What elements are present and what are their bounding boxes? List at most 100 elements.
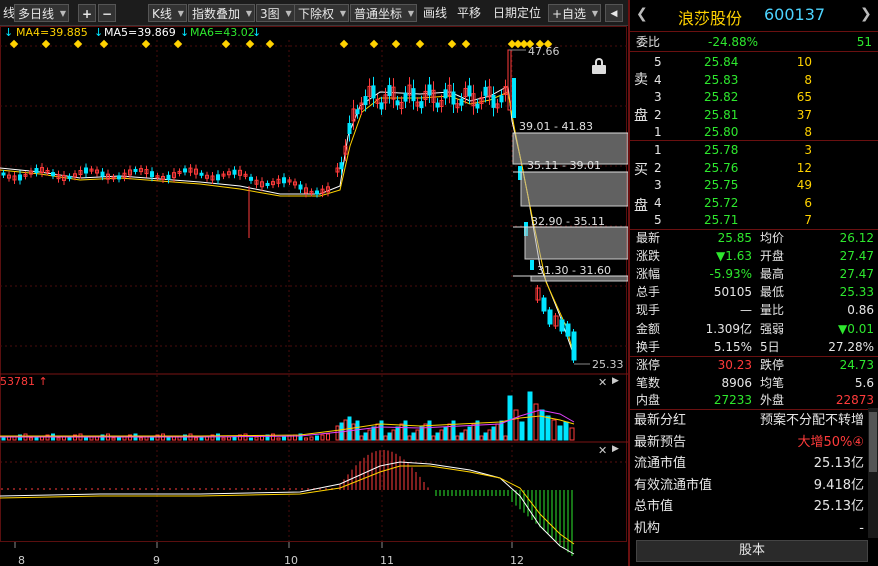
volume-panel-close-icon[interactable]: ✕: [598, 376, 607, 389]
stat-row: 涨停 30.23 跌停 24.73: [630, 356, 878, 374]
level-volume: 49: [796, 178, 812, 192]
macd-panel-menu-icon[interactable]: ▶: [612, 444, 619, 454]
volume-bar: [29, 437, 33, 441]
level-volume: 37: [796, 107, 812, 122]
stat-value: 22873: [835, 393, 874, 408]
next-stock-icon[interactable]: ❯: [860, 6, 872, 22]
low-price-label: 25.33: [592, 358, 624, 371]
buy-level-row[interactable]: 1 25.78 3: [630, 141, 878, 159]
prev-stock-icon[interactable]: ❮: [636, 6, 648, 22]
date-locate-button[interactable]: 日期定位: [490, 4, 544, 22]
volume-bar: [483, 432, 488, 441]
candle-body: [232, 169, 237, 175]
stat-label: 现手: [636, 303, 661, 318]
level-volume: 65: [796, 90, 812, 104]
volume-legend: 53781 ↑: [0, 375, 48, 389]
stat-value: 25.33: [839, 285, 874, 300]
volume-bar: [459, 432, 464, 441]
lock-icon[interactable]: [592, 58, 606, 74]
volume-bar: [315, 435, 319, 441]
weibi-label: 委比: [636, 35, 661, 49]
info-scrollbar[interactable]: [868, 408, 878, 538]
event-marker-icon: [461, 39, 471, 49]
volume-bar: [276, 437, 281, 441]
buy-level-row[interactable]: 5 25.71 7: [630, 211, 878, 229]
candle-body: [435, 102, 440, 108]
info-label: 总市值: [634, 499, 674, 514]
stat-value: 27.28%: [828, 339, 874, 354]
level-price: 25.80: [704, 125, 739, 139]
volume-bar: [495, 423, 500, 441]
zoom-in-button[interactable]: +: [78, 4, 96, 22]
info-row: 最新预告 大增50%④: [630, 432, 878, 453]
stat-label: 最新: [636, 231, 661, 245]
candle-body: [512, 78, 516, 118]
sell-level-row[interactable]: 4 25.83 8: [630, 71, 878, 89]
buy-level-row[interactable]: 3 25.75 49: [630, 176, 878, 194]
zoom-out-button[interactable]: −: [98, 4, 116, 22]
candle-body: [379, 102, 384, 110]
volume-bar: [403, 420, 408, 441]
buy-level-row[interactable]: 2 25.76 12: [630, 159, 878, 177]
volume-bar: [371, 426, 376, 441]
draw-line-button[interactable]: 画线: [420, 4, 450, 22]
sell-level-row[interactable]: 1 25.80 8: [630, 123, 878, 141]
volume-panel-menu-icon[interactable]: ▶: [612, 376, 619, 386]
stat-value: 5.15%: [713, 339, 752, 354]
add-watchlist-dropdown[interactable]: +自选: [548, 4, 602, 23]
x-tick: 10: [284, 554, 298, 566]
kline-chart[interactable]: ↓ MA4=39.885 ↓ MA5=39.869 ↓ MA6=43.02 ↓ …: [0, 26, 628, 566]
gap-zone: [520, 171, 628, 207]
ma6-value: MA6=43.02: [190, 26, 255, 39]
volume-bar: [391, 429, 396, 441]
level-number: 4: [654, 195, 662, 210]
volume-bar: [539, 409, 545, 441]
candle-body: [451, 91, 456, 105]
event-marker-icon: [221, 39, 231, 49]
event-marker-icon: [265, 39, 275, 49]
level-number: 2: [654, 160, 662, 175]
macd-panel-close-icon[interactable]: ✕: [598, 444, 607, 457]
stat-label: 均笔: [760, 375, 785, 390]
ex-rights-dropdown[interactable]: 下除权: [294, 4, 350, 23]
sell-level-row[interactable]: 2 25.81 37: [630, 106, 878, 124]
candle-body: [403, 92, 408, 102]
quote-title-bar: ❮ 浪莎股份 600137 ❯: [630, 0, 878, 32]
scroll-left-button[interactable]: ◀: [605, 4, 623, 22]
volume-bar: [431, 435, 436, 441]
candle-body: [559, 319, 565, 332]
volume-bar: [254, 436, 259, 441]
sell-level-row[interactable]: 3 25.82 65: [630, 88, 878, 106]
stat-value: 30.23: [717, 358, 752, 372]
candle-body: [355, 109, 360, 115]
index-overlay-dropdown[interactable]: 指数叠加: [188, 4, 256, 23]
stat-value: 27.47: [839, 249, 874, 264]
share-capital-tab[interactable]: 股本: [636, 540, 868, 562]
volume-bar: [415, 429, 420, 441]
volume-bar: [455, 435, 460, 441]
coordinate-dropdown[interactable]: 普通坐标: [350, 4, 418, 23]
level-volume: 7: [804, 213, 812, 227]
kline-dropdown[interactable]: K线: [148, 4, 187, 23]
level-number: 3: [654, 178, 662, 192]
level-number: 5: [654, 213, 662, 227]
candle-body: [298, 184, 303, 190]
period-dropdown[interactable]: 多日线: [14, 4, 70, 23]
candle-body: [183, 168, 187, 173]
stat-row: 最新 25.85 均价 26.12: [630, 229, 878, 247]
sell-level-row[interactable]: 5 25.84 10: [630, 53, 878, 71]
volume-bar: [411, 432, 416, 441]
candle-body: [150, 171, 154, 178]
volume-bar: [519, 421, 525, 441]
candle-body: [419, 101, 424, 109]
candle-body: [371, 85, 376, 99]
level-price: 25.76: [704, 160, 739, 175]
volume-bar: [545, 415, 551, 441]
buy-level-row[interactable]: 4 25.72 6: [630, 194, 878, 212]
level-price: 25.82: [704, 90, 739, 104]
pan-button[interactable]: 平移: [454, 4, 484, 22]
multi-chart-dropdown[interactable]: 3图: [256, 4, 295, 23]
volume-bar: [387, 432, 392, 441]
candle-body: [117, 175, 121, 180]
candle-body: [571, 331, 577, 361]
